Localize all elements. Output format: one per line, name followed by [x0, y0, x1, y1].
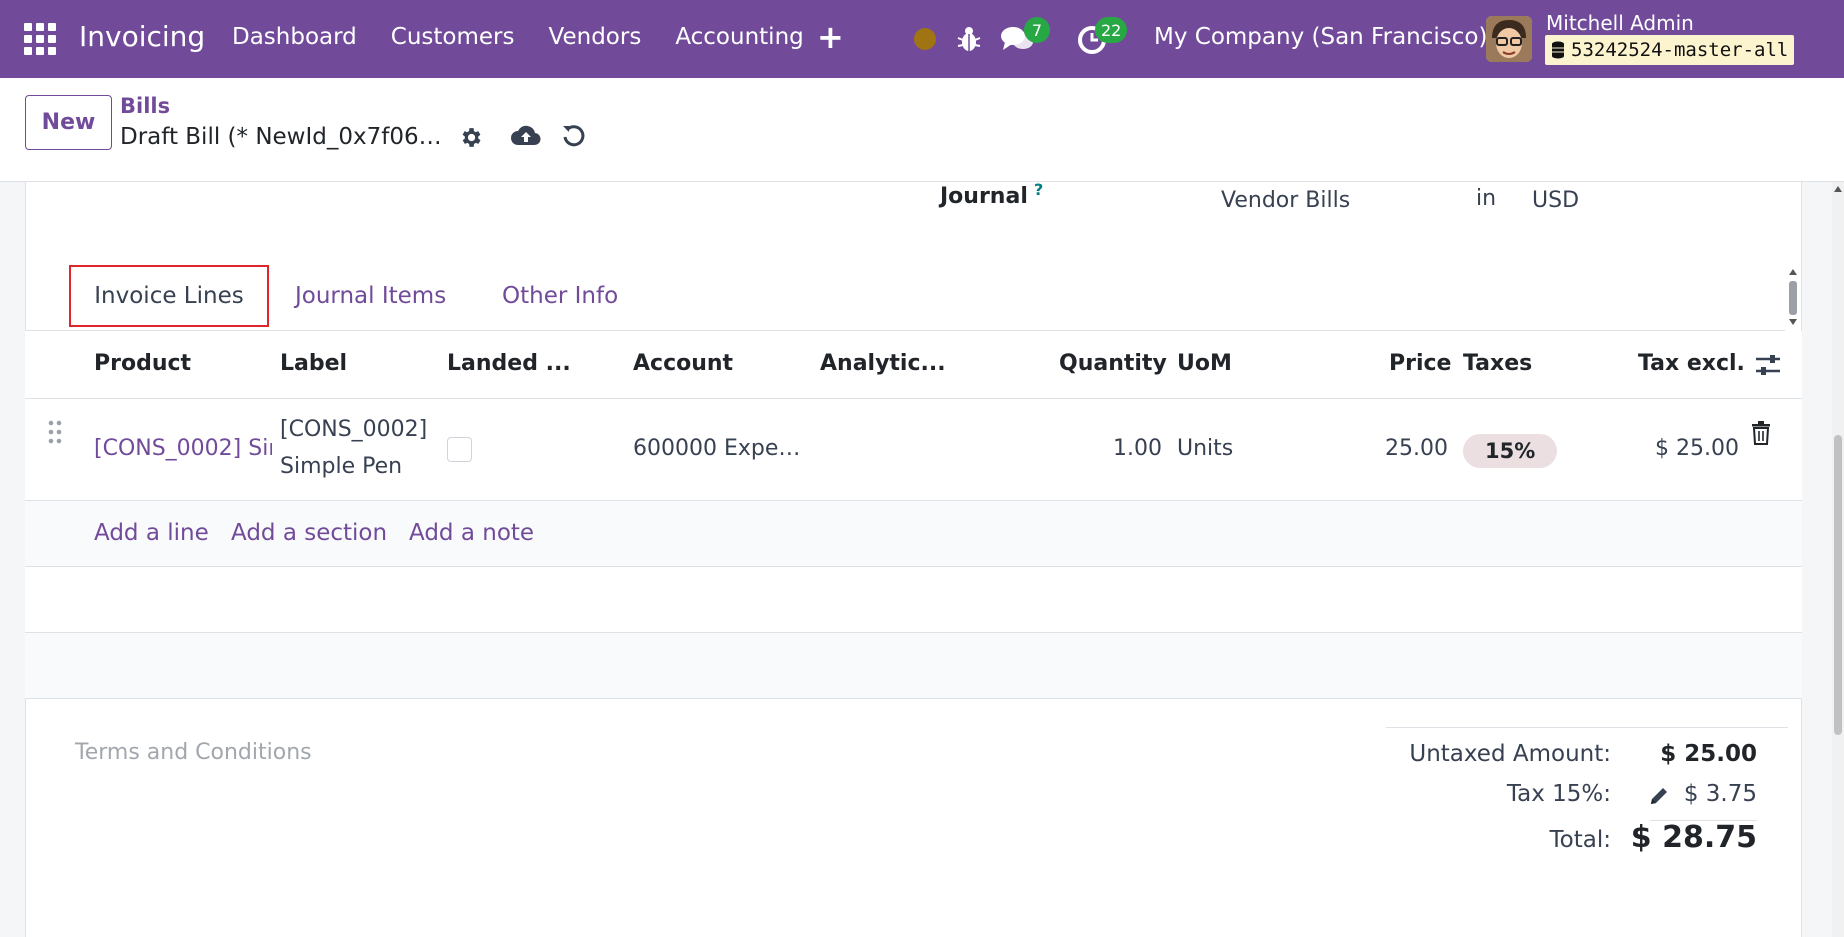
- empty-row: [25, 567, 1802, 633]
- col-price[interactable]: Price: [1389, 351, 1451, 376]
- untaxed-value: $ 25.00: [1660, 741, 1757, 767]
- activity-count-badge: 22: [1095, 17, 1128, 43]
- cell-quantity[interactable]: 1.00: [1113, 436, 1162, 461]
- app-name[interactable]: Invoicing: [79, 20, 205, 53]
- empty-row: [25, 633, 1802, 699]
- cell-price[interactable]: 25.00: [1385, 436, 1448, 461]
- col-quantity[interactable]: Quantity: [1059, 351, 1167, 376]
- breadcrumb-bills[interactable]: Bills: [120, 94, 170, 118]
- discard-icon[interactable]: [561, 123, 587, 149]
- tab-other-info[interactable]: Other Info: [502, 265, 618, 327]
- main-menu: Dashboard Customers Vendors Accounting: [232, 24, 804, 50]
- database-badge: 53242524-master-all: [1545, 35, 1795, 65]
- cell-product[interactable]: [CONS_0002] Sir: [94, 436, 272, 461]
- tax-tag[interactable]: 15%: [1463, 434, 1558, 468]
- page-scrollbar[interactable]: [1832, 182, 1844, 937]
- tax-value: $ 3.75: [1683, 781, 1757, 807]
- column-settings-icon[interactable]: [1755, 353, 1781, 377]
- user-name[interactable]: Mitchell Admin: [1546, 11, 1694, 35]
- database-icon: [1552, 41, 1564, 59]
- add-note-link[interactable]: Add a note: [409, 520, 534, 546]
- cell-uom[interactable]: Units: [1177, 436, 1233, 461]
- col-analytic[interactable]: Analytic...: [820, 351, 946, 376]
- pencil-icon[interactable]: [1648, 785, 1670, 807]
- currency-field[interactable]: USD: [1532, 188, 1579, 213]
- app-menu-icon[interactable]: [24, 23, 56, 55]
- total-value: $ 28.75: [1630, 820, 1757, 855]
- add-line-row: Add a line Add a section Add a note: [25, 501, 1802, 567]
- col-account[interactable]: Account: [633, 351, 733, 376]
- menu-dashboard[interactable]: Dashboard: [232, 24, 357, 50]
- col-landed[interactable]: Landed ...: [447, 351, 571, 376]
- menu-vendors[interactable]: Vendors: [549, 24, 642, 50]
- tab-invoice-lines[interactable]: Invoice Lines: [69, 265, 269, 327]
- journal-in-label: in: [1476, 186, 1497, 211]
- drag-handle-icon[interactable]: [47, 419, 63, 445]
- col-taxes[interactable]: Taxes: [1463, 351, 1532, 376]
- database-name: 53242524-master-all: [1571, 39, 1789, 61]
- table-row[interactable]: [CONS_0002] Sir [CONS_0002] Simple Pen 6…: [25, 399, 1802, 501]
- new-button[interactable]: New: [25, 95, 112, 150]
- total-label: Total:: [1549, 827, 1611, 853]
- add-line-link[interactable]: Add a line: [94, 520, 209, 546]
- journal-help-tooltip[interactable]: ?: [1034, 180, 1043, 199]
- menu-customers[interactable]: Customers: [391, 24, 515, 50]
- cell-label-line2[interactable]: Simple Pen: [280, 454, 402, 479]
- table-header: Product Label Landed ... Account Analyti…: [25, 331, 1802, 399]
- top-navbar: Invoicing Dashboard Customers Vendors Ac…: [0, 0, 1844, 78]
- tab-journal-items[interactable]: Journal Items: [295, 265, 446, 327]
- col-label[interactable]: Label: [280, 351, 347, 376]
- cloud-upload-icon[interactable]: [511, 124, 541, 148]
- col-uom[interactable]: UoM: [1177, 351, 1232, 376]
- bug-icon[interactable]: [956, 24, 982, 54]
- journal-label: Journal: [940, 184, 1028, 209]
- gear-icon[interactable]: [458, 125, 483, 150]
- totals-summary: [1386, 727, 1788, 728]
- tabs-scrollbar[interactable]: [1786, 265, 1800, 329]
- page-scroll-thumb[interactable]: [1834, 435, 1842, 735]
- breadcrumb-current: Draft Bill (* NewId_0x7f06…: [120, 124, 442, 150]
- col-product[interactable]: Product: [94, 351, 191, 376]
- chat-count-badge: 7: [1024, 17, 1050, 43]
- cell-tax-excl: $ 25.00: [1655, 436, 1739, 461]
- notebook-tabs: Invoice Lines Journal Items Other Info: [25, 265, 1785, 331]
- cell-label-line1[interactable]: [CONS_0002]: [280, 417, 427, 442]
- tax-label: Tax 15%:: [1506, 781, 1611, 807]
- terms-and-conditions-field[interactable]: Terms and Conditions: [75, 740, 312, 765]
- untaxed-label: Untaxed Amount:: [1409, 741, 1611, 767]
- menu-accounting[interactable]: Accounting: [675, 24, 803, 50]
- journal-field[interactable]: Vendor Bills: [1221, 188, 1350, 213]
- add-section-link[interactable]: Add a section: [231, 520, 387, 546]
- trash-icon[interactable]: [1751, 421, 1771, 445]
- control-panel: New Bills Draft Bill (* NewId_0x7f06…: [0, 78, 1844, 182]
- tabs-scroll-thumb[interactable]: [1789, 281, 1797, 315]
- landed-cost-checkbox[interactable]: [447, 437, 472, 462]
- avatar[interactable]: [1486, 16, 1532, 62]
- company-switcher[interactable]: My Company (San Francisco): [1154, 24, 1487, 50]
- status-indicator[interactable]: [914, 28, 936, 50]
- col-tax-excl[interactable]: Tax excl.: [1638, 351, 1745, 376]
- plus-icon[interactable]: +: [817, 18, 844, 56]
- cell-account[interactable]: 600000 Expe…: [633, 436, 800, 461]
